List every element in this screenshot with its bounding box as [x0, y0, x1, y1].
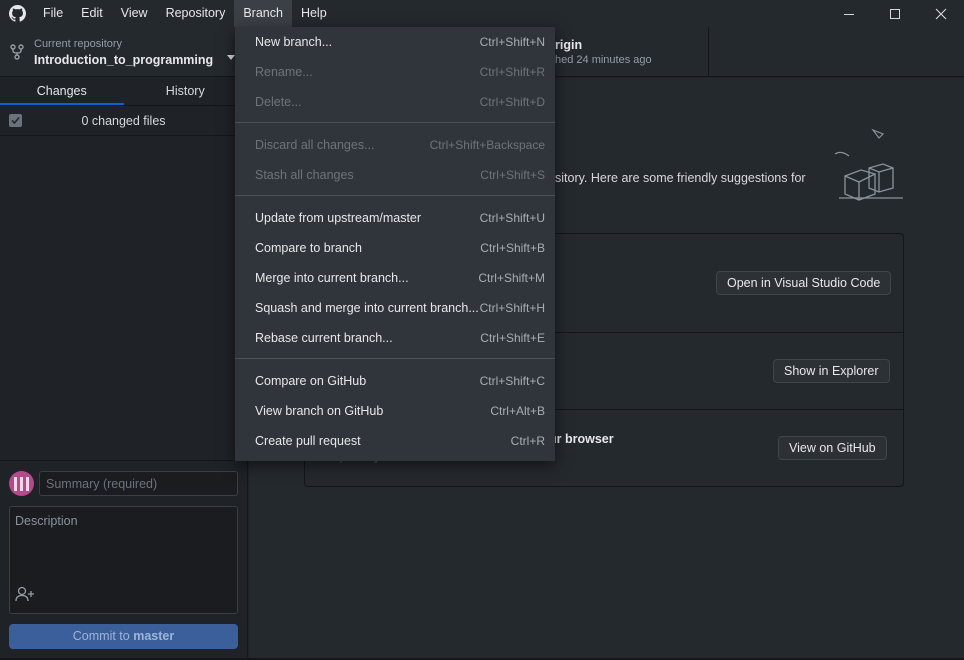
menu-item-shortcut: Ctrl+Shift+S: [480, 168, 545, 182]
current-repo-label: Current repository: [34, 37, 123, 50]
menu-item-shortcut: Ctrl+Shift+H: [479, 301, 545, 315]
menu-item-shortcut: Ctrl+Shift+E: [480, 331, 545, 345]
menu-repository[interactable]: Repository: [157, 0, 235, 27]
commit-area: Commit to master: [0, 460, 248, 660]
menu-item-shortcut: Ctrl+Shift+N: [479, 35, 545, 49]
menu-item-merge[interactable]: Merge into current branch... Ctrl+Shift+M: [235, 263, 555, 293]
fetch-origin-button[interactable]: rigin hed 24 minutes ago: [555, 27, 709, 77]
minimize-icon[interactable]: [826, 0, 872, 27]
commit-button-prefix: Commit to: [72, 629, 130, 643]
menu-item-rename: Rename... Ctrl+Shift+R: [235, 57, 555, 87]
menu-item-label: Compare to branch: [255, 241, 363, 255]
summary-input[interactable]: [39, 471, 238, 496]
title-bar: File Edit View Repository Branch Help: [0, 0, 964, 27]
sidebar-tabs: Changes History: [0, 78, 247, 106]
intro-text: sitory. Here are some friendly suggestio…: [555, 171, 806, 185]
menu-item-label: Update from upstream/master: [255, 211, 422, 225]
menu-separator: [235, 195, 555, 196]
close-icon[interactable]: [918, 0, 964, 27]
github-logo-icon: [0, 0, 34, 27]
menu-item-shortcut: Ctrl+Shift+C: [479, 374, 545, 388]
menu-item-label: Create pull request: [255, 434, 361, 448]
commit-button-branch: master: [133, 629, 175, 643]
menu-item-delete: Delete... Ctrl+Shift+D: [235, 87, 555, 117]
menu-item-new-branch[interactable]: New branch... Ctrl+Shift+N: [235, 27, 555, 57]
add-coauthor-icon[interactable]: [15, 586, 35, 607]
open-in-vscode-button[interactable]: Open in Visual Studio Code: [716, 271, 892, 295]
menu-item-label: View branch on GitHub: [255, 404, 384, 418]
tab-history[interactable]: History: [124, 78, 248, 105]
boxes-illustration: [831, 124, 911, 209]
menu-item-shortcut: Ctrl+Shift+D: [479, 95, 545, 109]
changes-header: 0 changed files: [0, 106, 247, 136]
menu-file[interactable]: File: [34, 0, 72, 27]
caret-down-icon: [227, 47, 235, 65]
view-on-github-button[interactable]: View on GitHub: [778, 436, 887, 460]
commit-button[interactable]: Commit to master: [9, 624, 238, 649]
fetch-title: rigin: [555, 38, 583, 52]
menu-item-label: Merge into current branch...: [255, 271, 409, 285]
menu-item-shortcut: Ctrl+Shift+U: [479, 211, 545, 225]
menu-item-create-pull-request[interactable]: Create pull request Ctrl+R: [235, 426, 555, 456]
sidebar: Changes History 0 changed files Commit t…: [0, 78, 248, 660]
maximize-icon[interactable]: [872, 0, 918, 27]
menu-item-rebase[interactable]: Rebase current branch... Ctrl+Shift+E: [235, 323, 555, 353]
menu-item-shortcut: Ctrl+Shift+R: [479, 65, 545, 79]
menu-item-shortcut: Ctrl+R: [510, 434, 545, 448]
menu-item-squash-merge[interactable]: Squash and merge into current branch... C…: [235, 293, 555, 323]
tab-changes[interactable]: Changes: [0, 78, 124, 105]
fetch-subtitle: hed 24 minutes ago: [555, 54, 652, 66]
menu-help[interactable]: Help: [292, 0, 336, 27]
avatar: [9, 471, 34, 496]
menu-item-label: Stash all changes: [255, 168, 354, 182]
menu-item-view-branch-github[interactable]: View branch on GitHub Ctrl+Alt+B: [235, 396, 555, 426]
menu-item-label: Discard all changes...: [255, 138, 375, 152]
menu-item-compare-branch[interactable]: Compare to branch Ctrl+Shift+B: [235, 233, 555, 263]
menu-view[interactable]: View: [112, 0, 157, 27]
menu-branch[interactable]: Branch: [234, 0, 292, 27]
menu-item-update-upstream[interactable]: Update from upstream/master Ctrl+Shift+U: [235, 203, 555, 233]
repo-fork-icon: [0, 44, 34, 60]
current-repo-name: Introduction_to_programming: [34, 52, 214, 67]
checkbox-checked-icon[interactable]: [9, 114, 22, 127]
description-box: [9, 506, 238, 614]
menu-item-label: Squash and merge into current branch...: [255, 301, 479, 315]
menu-item-shortcut: Ctrl+Alt+B: [490, 404, 545, 418]
changed-files-count: 0 changed files: [81, 113, 166, 128]
show-in-explorer-button[interactable]: Show in Explorer: [773, 359, 890, 383]
menu-item-label: Rebase current branch...: [255, 331, 393, 345]
menu-separator: [235, 358, 555, 359]
menu-item-compare-github[interactable]: Compare on GitHub Ctrl+Shift+C: [235, 366, 555, 396]
menu-item-shortcut: Ctrl+Shift+Backspace: [429, 138, 545, 152]
menu-bar: File Edit View Repository Branch Help: [34, 0, 336, 27]
description-input[interactable]: [10, 507, 237, 587]
menu-edit[interactable]: Edit: [72, 0, 112, 27]
branch-menu: New branch... Ctrl+Shift+N Rename... Ctrl+…: [235, 27, 555, 461]
card-title: ur browser: [549, 432, 614, 446]
menu-item-label: Compare on GitHub: [255, 374, 367, 388]
menu-item-stash-all: Stash all changes Ctrl+Shift+S: [235, 160, 555, 190]
menu-item-label: New branch...: [255, 35, 333, 49]
window-controls: [826, 0, 964, 27]
menu-item-label: Rename...: [255, 65, 313, 79]
menu-separator: [235, 122, 555, 123]
menu-item-label: Delete...: [255, 95, 302, 109]
menu-item-shortcut: Ctrl+Shift+B: [480, 241, 545, 255]
repo-text: Current repository Introduction_to_progr…: [34, 38, 213, 67]
menu-item-discard-all: Discard all changes... Ctrl+Shift+Backspa…: [235, 130, 555, 160]
current-repository-picker[interactable]: Current repository Introduction_to_progr…: [0, 27, 248, 77]
menu-item-shortcut: Ctrl+Shift+M: [478, 271, 545, 285]
